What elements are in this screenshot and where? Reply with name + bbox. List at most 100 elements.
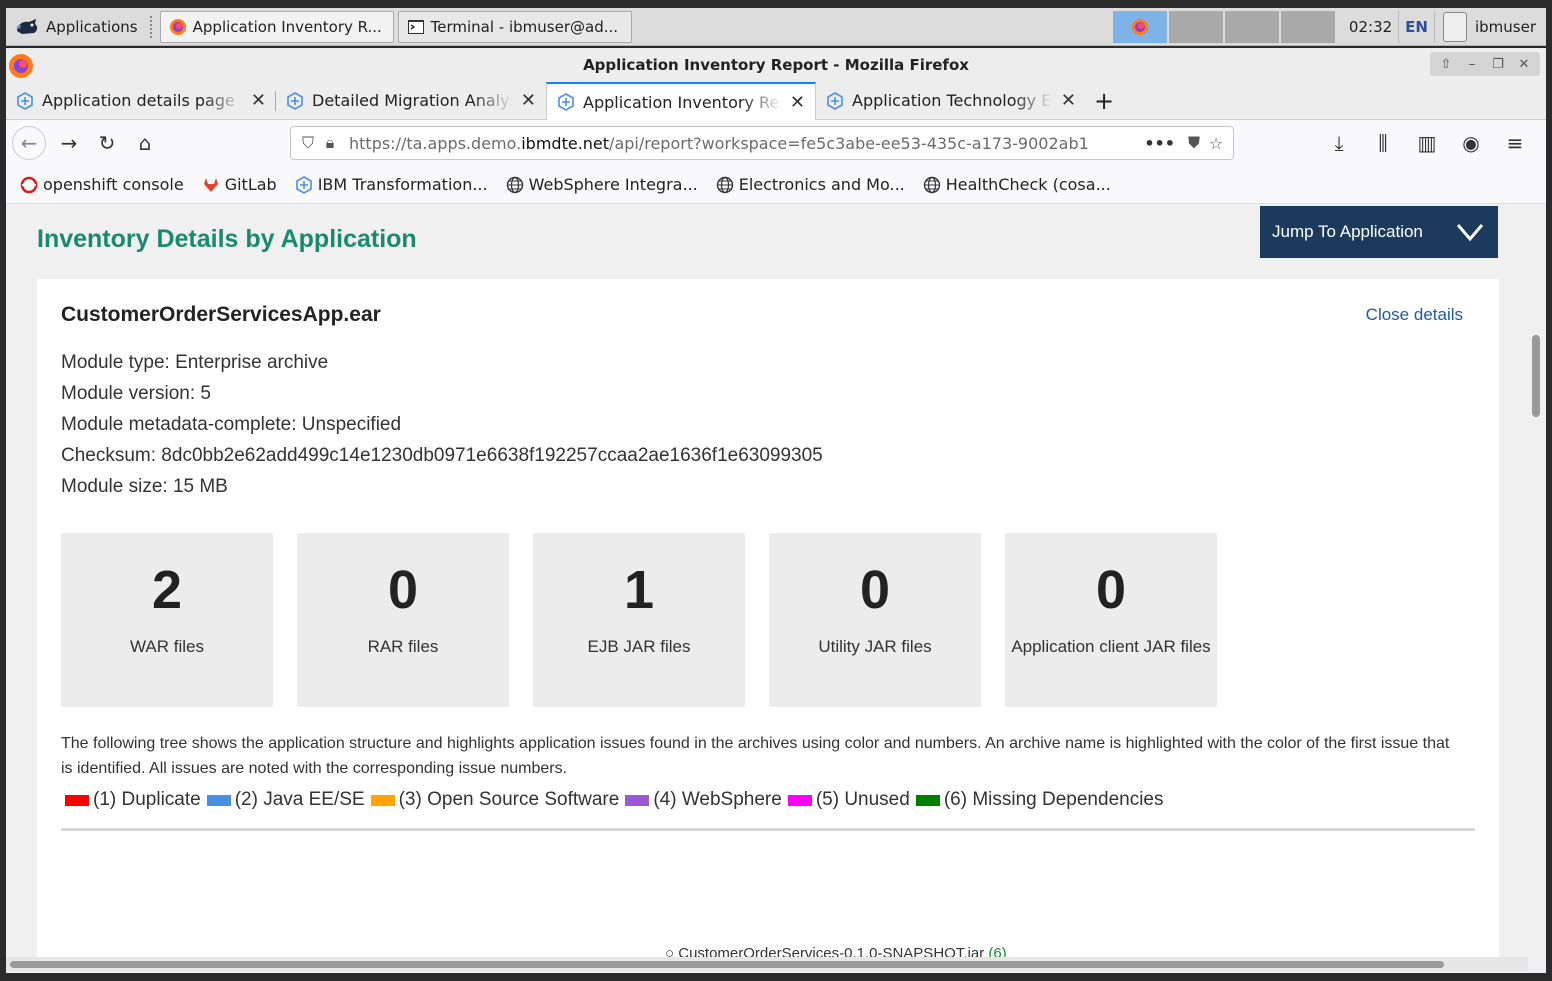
home-icon[interactable]: ⌂ bbox=[126, 126, 164, 160]
taskbar-firefox[interactable]: Application Inventory R... bbox=[159, 10, 394, 43]
application-name: CustomerOrderServicesApp.ear bbox=[61, 303, 381, 326]
url-bar[interactable]: ⛉ 🔒︎ https://ta.apps.demo.ibmdte.net/api… bbox=[290, 126, 1234, 160]
bookmark-label: WebSphere Integra... bbox=[528, 175, 698, 194]
insecure-lock-icon[interactable]: 🔒︎ bbox=[319, 133, 341, 153]
horizontal-scrollbar[interactable] bbox=[6, 957, 1528, 971]
window-controls: ⇧ – ❐ ✕ bbox=[1430, 52, 1540, 76]
vertical-scrollbar-thumb[interactable] bbox=[1532, 335, 1540, 417]
clock[interactable]: 02:32 bbox=[1343, 18, 1398, 36]
module-checksum: Checksum: 8dc0bb2e62add499c14e1230db0971… bbox=[61, 445, 823, 466]
module-version: Module version: 5 bbox=[61, 383, 211, 404]
close-tab-icon[interactable]: ✕ bbox=[790, 92, 805, 113]
sidebar-icon[interactable]: ▥ bbox=[1408, 126, 1446, 160]
module-metadata: Module type: Enterprise archive Module v… bbox=[61, 347, 823, 502]
menu-icon[interactable]: ≡ bbox=[1496, 126, 1534, 160]
firefox-icon bbox=[169, 18, 186, 35]
tree-root-node[interactable]: ○ CustomerOrderServices-0.1.0-SNAPSHOT.j… bbox=[665, 945, 1007, 957]
bookmark-gitlab[interactable]: GitLab bbox=[202, 175, 277, 194]
forward-icon[interactable]: → bbox=[50, 126, 88, 160]
shade-window-icon[interactable]: ⇧ bbox=[1434, 54, 1458, 74]
close-details-link[interactable]: Close details bbox=[1366, 305, 1463, 325]
user-menu[interactable]: ibmuser bbox=[1475, 18, 1546, 36]
globe-icon bbox=[506, 176, 523, 193]
ibm-app-icon bbox=[558, 93, 574, 111]
bookmark-ibm-transformation[interactable]: IBM Transformation... bbox=[295, 175, 488, 194]
legend-label: (1) Duplicate bbox=[93, 789, 201, 810]
taskbar-firefox-label: Application Inventory R... bbox=[192, 17, 382, 36]
tree-node-circle-icon: ○ bbox=[665, 945, 675, 957]
tree-root-label: CustomerOrderServices-0.1.0-SNAPSHOT.jar bbox=[678, 945, 985, 957]
reload-icon[interactable]: ↻ bbox=[88, 126, 126, 160]
applications-menu-button[interactable]: Applications bbox=[6, 8, 146, 45]
library-icon[interactable]: ⫼ bbox=[1364, 126, 1402, 160]
chevron-down-icon bbox=[1456, 224, 1484, 242]
tab-label: Application Technology Evaluation bbox=[852, 91, 1053, 110]
battery-icon[interactable] bbox=[1442, 11, 1467, 42]
vertical-scrollbar[interactable] bbox=[1528, 205, 1546, 957]
url-domain: ibmdte.net bbox=[521, 133, 610, 153]
pocket-icon[interactable]: ⛊ bbox=[1183, 133, 1205, 153]
tracking-protection-icon[interactable]: ⛉ bbox=[297, 133, 319, 153]
legend-label: (4) WebSphere bbox=[653, 789, 782, 810]
back-icon[interactable]: ← bbox=[12, 126, 46, 160]
bookmark-star-icon[interactable]: ☆ bbox=[1205, 134, 1227, 153]
bookmark-electronics[interactable]: Electronics and Mo... bbox=[716, 175, 905, 194]
page-viewport[interactable]: Inventory Details by Application Jump To… bbox=[6, 205, 1528, 957]
tile-label: RAR files bbox=[367, 637, 439, 656]
bookmark-label: IBM Transformation... bbox=[317, 175, 488, 194]
maximize-window-icon[interactable]: ❐ bbox=[1486, 54, 1510, 74]
firefox-window: Application Inventory Report - Mozilla F… bbox=[6, 48, 1546, 973]
legend-label: (3) Open Source Software bbox=[398, 789, 620, 810]
tab-detailed-migration-analysis[interactable]: Detailed Migration Analysis ✕ bbox=[276, 82, 546, 119]
jump-label: Jump To Application bbox=[1272, 222, 1423, 241]
tab-application-inventory-report[interactable]: Application Inventory Report ✕ bbox=[546, 82, 816, 120]
close-tab-icon[interactable]: ✕ bbox=[1061, 90, 1076, 111]
tile-label: Application client JAR files bbox=[1011, 637, 1211, 656]
minimize-window-icon[interactable]: – bbox=[1460, 54, 1484, 74]
tree-description: The following tree shows the application… bbox=[61, 735, 1450, 777]
module-type: Module type: Enterprise archive bbox=[61, 352, 329, 373]
legend-swatch-missing-dependencies bbox=[915, 794, 940, 806]
issue-legend: (1) Duplicate (2) Java EE/SE (3) Open So… bbox=[65, 789, 1164, 811]
legend-swatch-java-ee bbox=[206, 794, 231, 806]
legend-swatch-unused bbox=[787, 794, 812, 806]
tile-rar-files: 0 RAR files bbox=[297, 533, 509, 707]
tab-label: Application Inventory Report bbox=[583, 92, 782, 112]
legend-swatch-open-source bbox=[370, 794, 395, 806]
tab-application-details[interactable]: Application details page ✕ bbox=[6, 82, 276, 119]
jump-to-application-dropdown[interactable]: Jump To Application bbox=[1260, 206, 1498, 258]
downloads-icon[interactable]: ⤓ bbox=[1320, 126, 1358, 160]
close-tab-icon[interactable]: ✕ bbox=[521, 90, 536, 111]
workspace-switcher[interactable] bbox=[1112, 10, 1337, 43]
tile-label: WAR files bbox=[130, 637, 204, 656]
url-text[interactable]: https://ta.apps.demo.ibmdte.net/api/repo… bbox=[349, 134, 1136, 153]
workspace-4[interactable] bbox=[1280, 10, 1337, 43]
new-tab-icon[interactable]: + bbox=[1086, 82, 1122, 119]
panel-separator bbox=[149, 15, 156, 38]
workspace-3[interactable] bbox=[1224, 10, 1281, 43]
bookmark-label: HealthCheck (cosa... bbox=[945, 175, 1111, 194]
bookmark-openshift[interactable]: openshift console bbox=[20, 175, 184, 194]
workspace-2[interactable] bbox=[1168, 10, 1225, 43]
tab-application-technology-evaluation[interactable]: Application Technology Evaluation ✕ bbox=[816, 82, 1086, 119]
bookmark-healthcheck[interactable]: HealthCheck (cosa... bbox=[923, 175, 1111, 194]
tab-label: Application details page bbox=[42, 91, 235, 110]
bookmarks-toolbar: openshift console GitLab IBM Transformat… bbox=[6, 166, 1546, 204]
account-icon[interactable]: ◉ bbox=[1452, 126, 1490, 160]
window-titlebar[interactable]: Application Inventory Report - Mozilla F… bbox=[6, 48, 1546, 82]
tile-label: Utility JAR files bbox=[818, 637, 932, 656]
legend-label: (5) Unused bbox=[815, 789, 910, 810]
taskbar-terminal[interactable]: Terminal - ibmuser@ad... bbox=[397, 10, 632, 43]
tab-bar: Application details page ✕ Detailed Migr… bbox=[6, 82, 1546, 120]
bookmark-websphere[interactable]: WebSphere Integra... bbox=[506, 175, 698, 194]
module-metadata-complete: Module metadata-complete: Unspecified bbox=[61, 414, 402, 435]
gitlab-icon bbox=[203, 177, 218, 192]
close-tab-icon[interactable]: ✕ bbox=[251, 90, 266, 111]
tile-count: 0 bbox=[859, 560, 891, 620]
page-actions-icon[interactable]: ••• bbox=[1136, 134, 1183, 153]
keyboard-layout[interactable]: EN bbox=[1398, 10, 1435, 43]
tile-utility-jar-files: 0 Utility JAR files bbox=[769, 533, 981, 707]
horizontal-scrollbar-thumb[interactable] bbox=[10, 961, 1444, 968]
workspace-1[interactable] bbox=[1112, 10, 1169, 43]
close-window-icon[interactable]: ✕ bbox=[1512, 54, 1536, 74]
